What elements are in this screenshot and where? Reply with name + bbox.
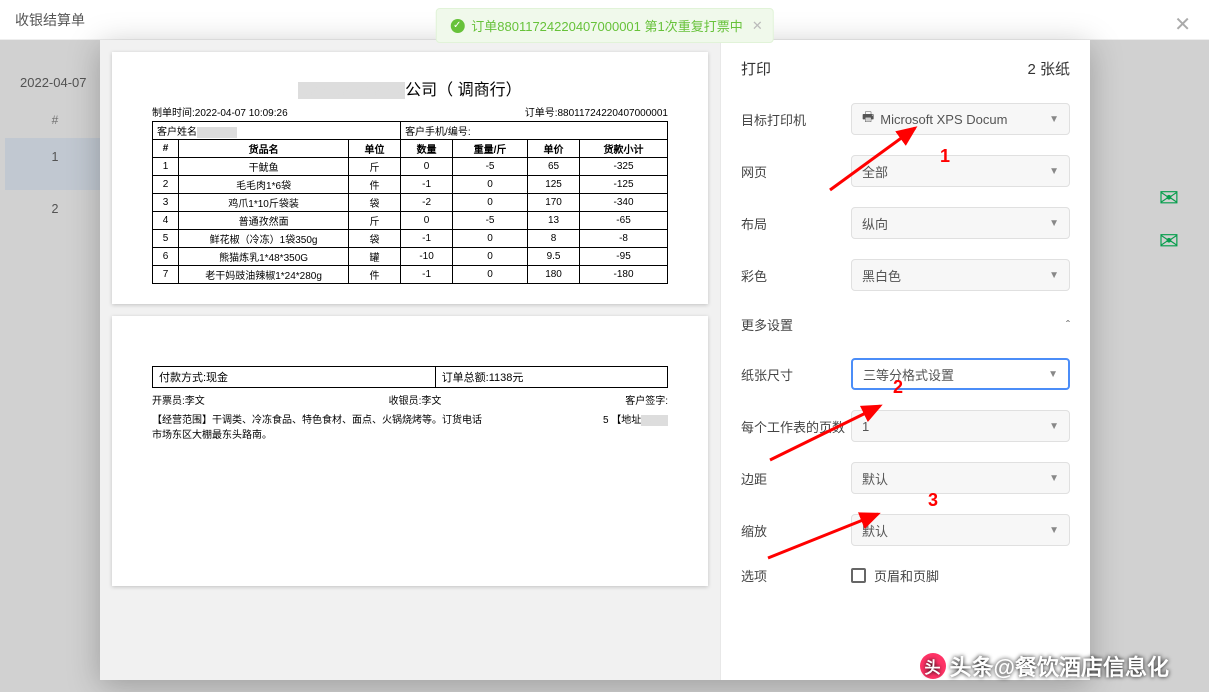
receipt-row: 4普通孜然面斤0-513-65: [153, 212, 668, 230]
receipt-row: 6熊猫炼乳1*48*350G罐-1009.5-95: [153, 248, 668, 266]
preview-page-2: 付款方式:现金 订单总额:1138元 开票员:李文 收银员:李文 客户签字: 【…: [112, 316, 708, 586]
chevron-down-icon: ▼: [1048, 369, 1058, 380]
sheet-count: 2 张纸: [1027, 58, 1070, 79]
meta-time: 制单时间:2022-04-07 10:09:26: [152, 104, 288, 119]
chevron-down-icon: ▼: [1049, 421, 1059, 432]
preview-page-1: XXXXXXXXXX公司（ 调商行） 制单时间:2022-04-07 10:09…: [112, 52, 708, 304]
close-icon[interactable]: ✕: [1174, 12, 1191, 37]
margin-select[interactable]: 默认▼: [851, 462, 1070, 494]
chevron-up-icon: ˆ: [1066, 318, 1070, 332]
receipt-row: 1干鱿鱼斤0-565-325: [153, 158, 668, 176]
toutiao-icon: 头: [920, 653, 946, 679]
chevron-down-icon: ▼: [1049, 166, 1059, 177]
layout-select[interactable]: 纵向▼: [851, 207, 1070, 239]
receipt-row: 2毛毛肉1*6袋件-10125-125: [153, 176, 668, 194]
header-footer-checkbox[interactable]: [851, 568, 866, 583]
margin-label: 边距: [741, 469, 851, 488]
receipt-row: 7老干妈豉油辣椒1*24*280g件-10180-180: [153, 266, 668, 284]
receipt-row: 5鲜花椒（冷冻）1袋350g袋-108-8: [153, 230, 668, 248]
color-select[interactable]: 黑白色▼: [851, 259, 1070, 291]
layout-label: 布局: [741, 214, 851, 233]
annotation-number-2: 2: [893, 377, 903, 398]
chevron-down-icon: ▼: [1049, 270, 1059, 281]
receipt-row: 3鸡爪1*10斤袋装袋-20170-340: [153, 194, 668, 212]
printer-icon: 🖶: [862, 108, 874, 130]
print-dialog: XXXXXXXXXX公司（ 调商行） 制单时间:2022-04-07 10:09…: [100, 40, 1090, 680]
options-label: 选项: [741, 566, 851, 585]
color-label: 彩色: [741, 266, 851, 285]
toast-close-icon[interactable]: ✕: [752, 18, 763, 34]
annotation-number-3: 3: [928, 490, 938, 511]
zoom-label: 缩放: [741, 521, 851, 540]
chevron-down-icon: ▼: [1049, 525, 1059, 536]
chevron-down-icon: ▼: [1049, 473, 1059, 484]
preview-pane[interactable]: XXXXXXXXXX公司（ 调商行） 制单时间:2022-04-07 10:09…: [100, 40, 720, 680]
more-settings-toggle[interactable]: 更多设置 ˆ: [721, 301, 1090, 348]
receipt-table: 客户姓名XXXXXX 客户手机/编号: # 货品名 单位 数量 重量/斤 单价 …: [152, 121, 668, 284]
pages-select[interactable]: 全部▼: [851, 155, 1070, 187]
annotation-number-1: 1: [940, 146, 950, 167]
per-sheet-label: 每个工作表的页数: [741, 417, 851, 436]
print-header: 打印: [741, 58, 771, 79]
pages-label: 网页: [741, 162, 851, 181]
paper-select[interactable]: 三等分格式设置▼: [851, 358, 1070, 390]
per-sheet-select[interactable]: 1▼: [851, 410, 1070, 442]
printer-select[interactable]: 🖶Microsoft XPS Docum ▼: [851, 103, 1070, 135]
watermark: 头 头条@餐饮酒店信息化: [920, 650, 1169, 682]
printer-label: 目标打印机: [741, 110, 851, 129]
meta-order: 订单号:88011724220407000001: [525, 104, 668, 119]
settings-pane: 打印 2 张纸 目标打印机 🖶Microsoft XPS Docum ▼ 网页 …: [720, 40, 1090, 680]
zoom-select[interactable]: 默认▼: [851, 514, 1070, 546]
chevron-down-icon: ▼: [1049, 114, 1059, 125]
toast-notification: ✓ 订单88011724220407000001 第1次重复打票中 ✕: [435, 8, 773, 43]
success-icon: ✓: [450, 19, 464, 33]
toast-text: 订单88011724220407000001 第1次重复打票中: [471, 16, 742, 35]
header-footer-label: 页眉和页脚: [874, 566, 939, 585]
paper-label: 纸张尺寸: [741, 365, 851, 384]
chevron-down-icon: ▼: [1049, 218, 1059, 229]
